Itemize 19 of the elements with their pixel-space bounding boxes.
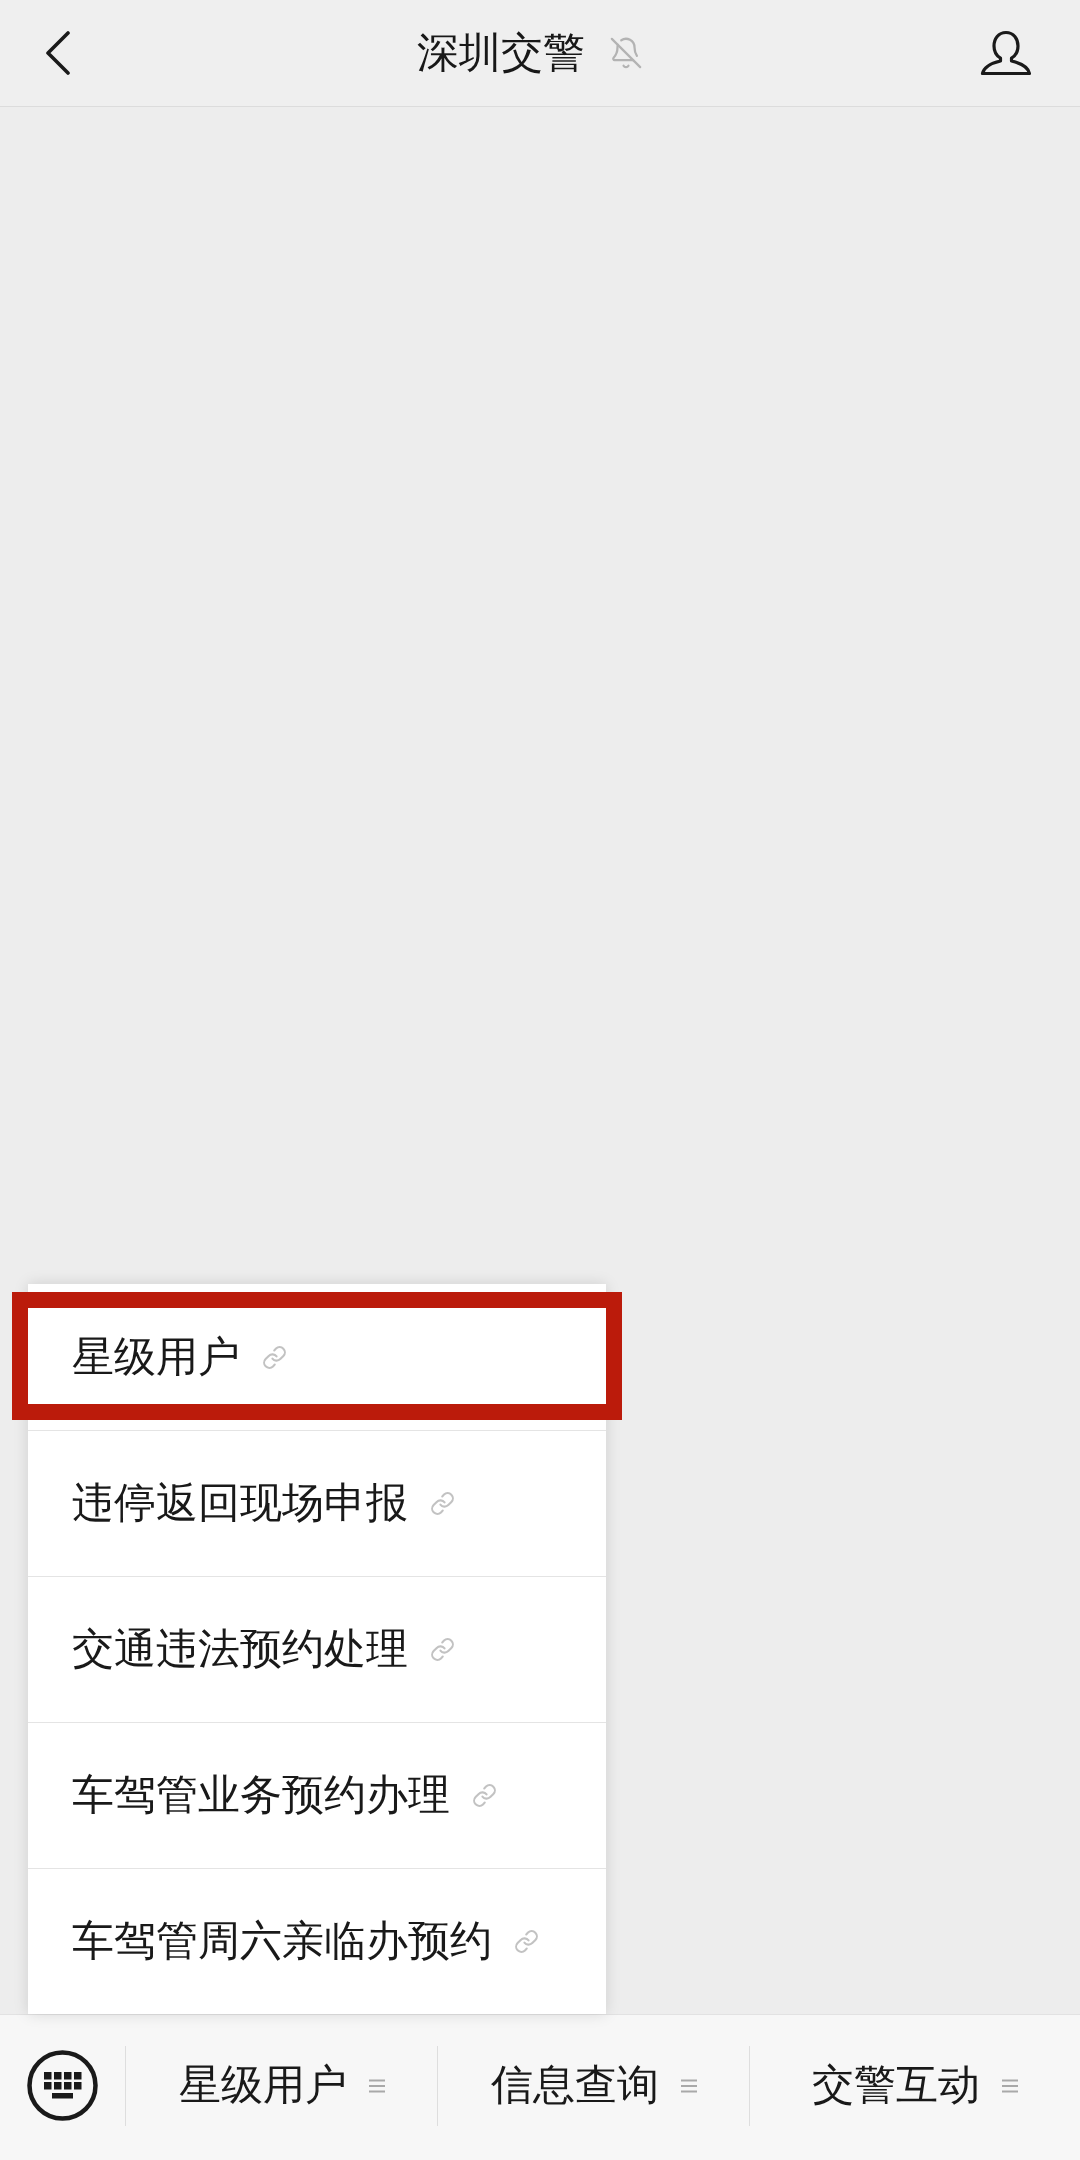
- profile-icon[interactable]: [980, 30, 1032, 76]
- menu-item[interactable]: 星级用户: [28, 1284, 606, 1430]
- menu-lines-icon: [1002, 2078, 1019, 2093]
- menu-tab[interactable]: 交警互动: [749, 2045, 1080, 2126]
- menu-tab[interactable]: 星级用户: [125, 2045, 438, 2126]
- menu-item[interactable]: 违停返回现场申报: [28, 1430, 606, 1576]
- menu-item[interactable]: 车驾管业务预约办理: [28, 1722, 606, 1868]
- link-icon: [472, 1783, 497, 1808]
- menu-item[interactable]: 交通违法预约处理: [28, 1576, 606, 1722]
- link-icon: [514, 1929, 539, 1954]
- menu-tab[interactable]: 信息查询: [437, 2045, 750, 2126]
- link-icon: [262, 1344, 287, 1370]
- link-icon: [430, 1491, 455, 1516]
- chat-title: 深圳交警: [416, 27, 585, 79]
- keyboard-icon[interactable]: [27, 2050, 98, 2121]
- back-icon[interactable]: [45, 31, 71, 75]
- link-icon: [430, 1637, 455, 1662]
- menu-lines-icon: [680, 2078, 697, 2093]
- menu-lines-icon: [368, 2078, 385, 2093]
